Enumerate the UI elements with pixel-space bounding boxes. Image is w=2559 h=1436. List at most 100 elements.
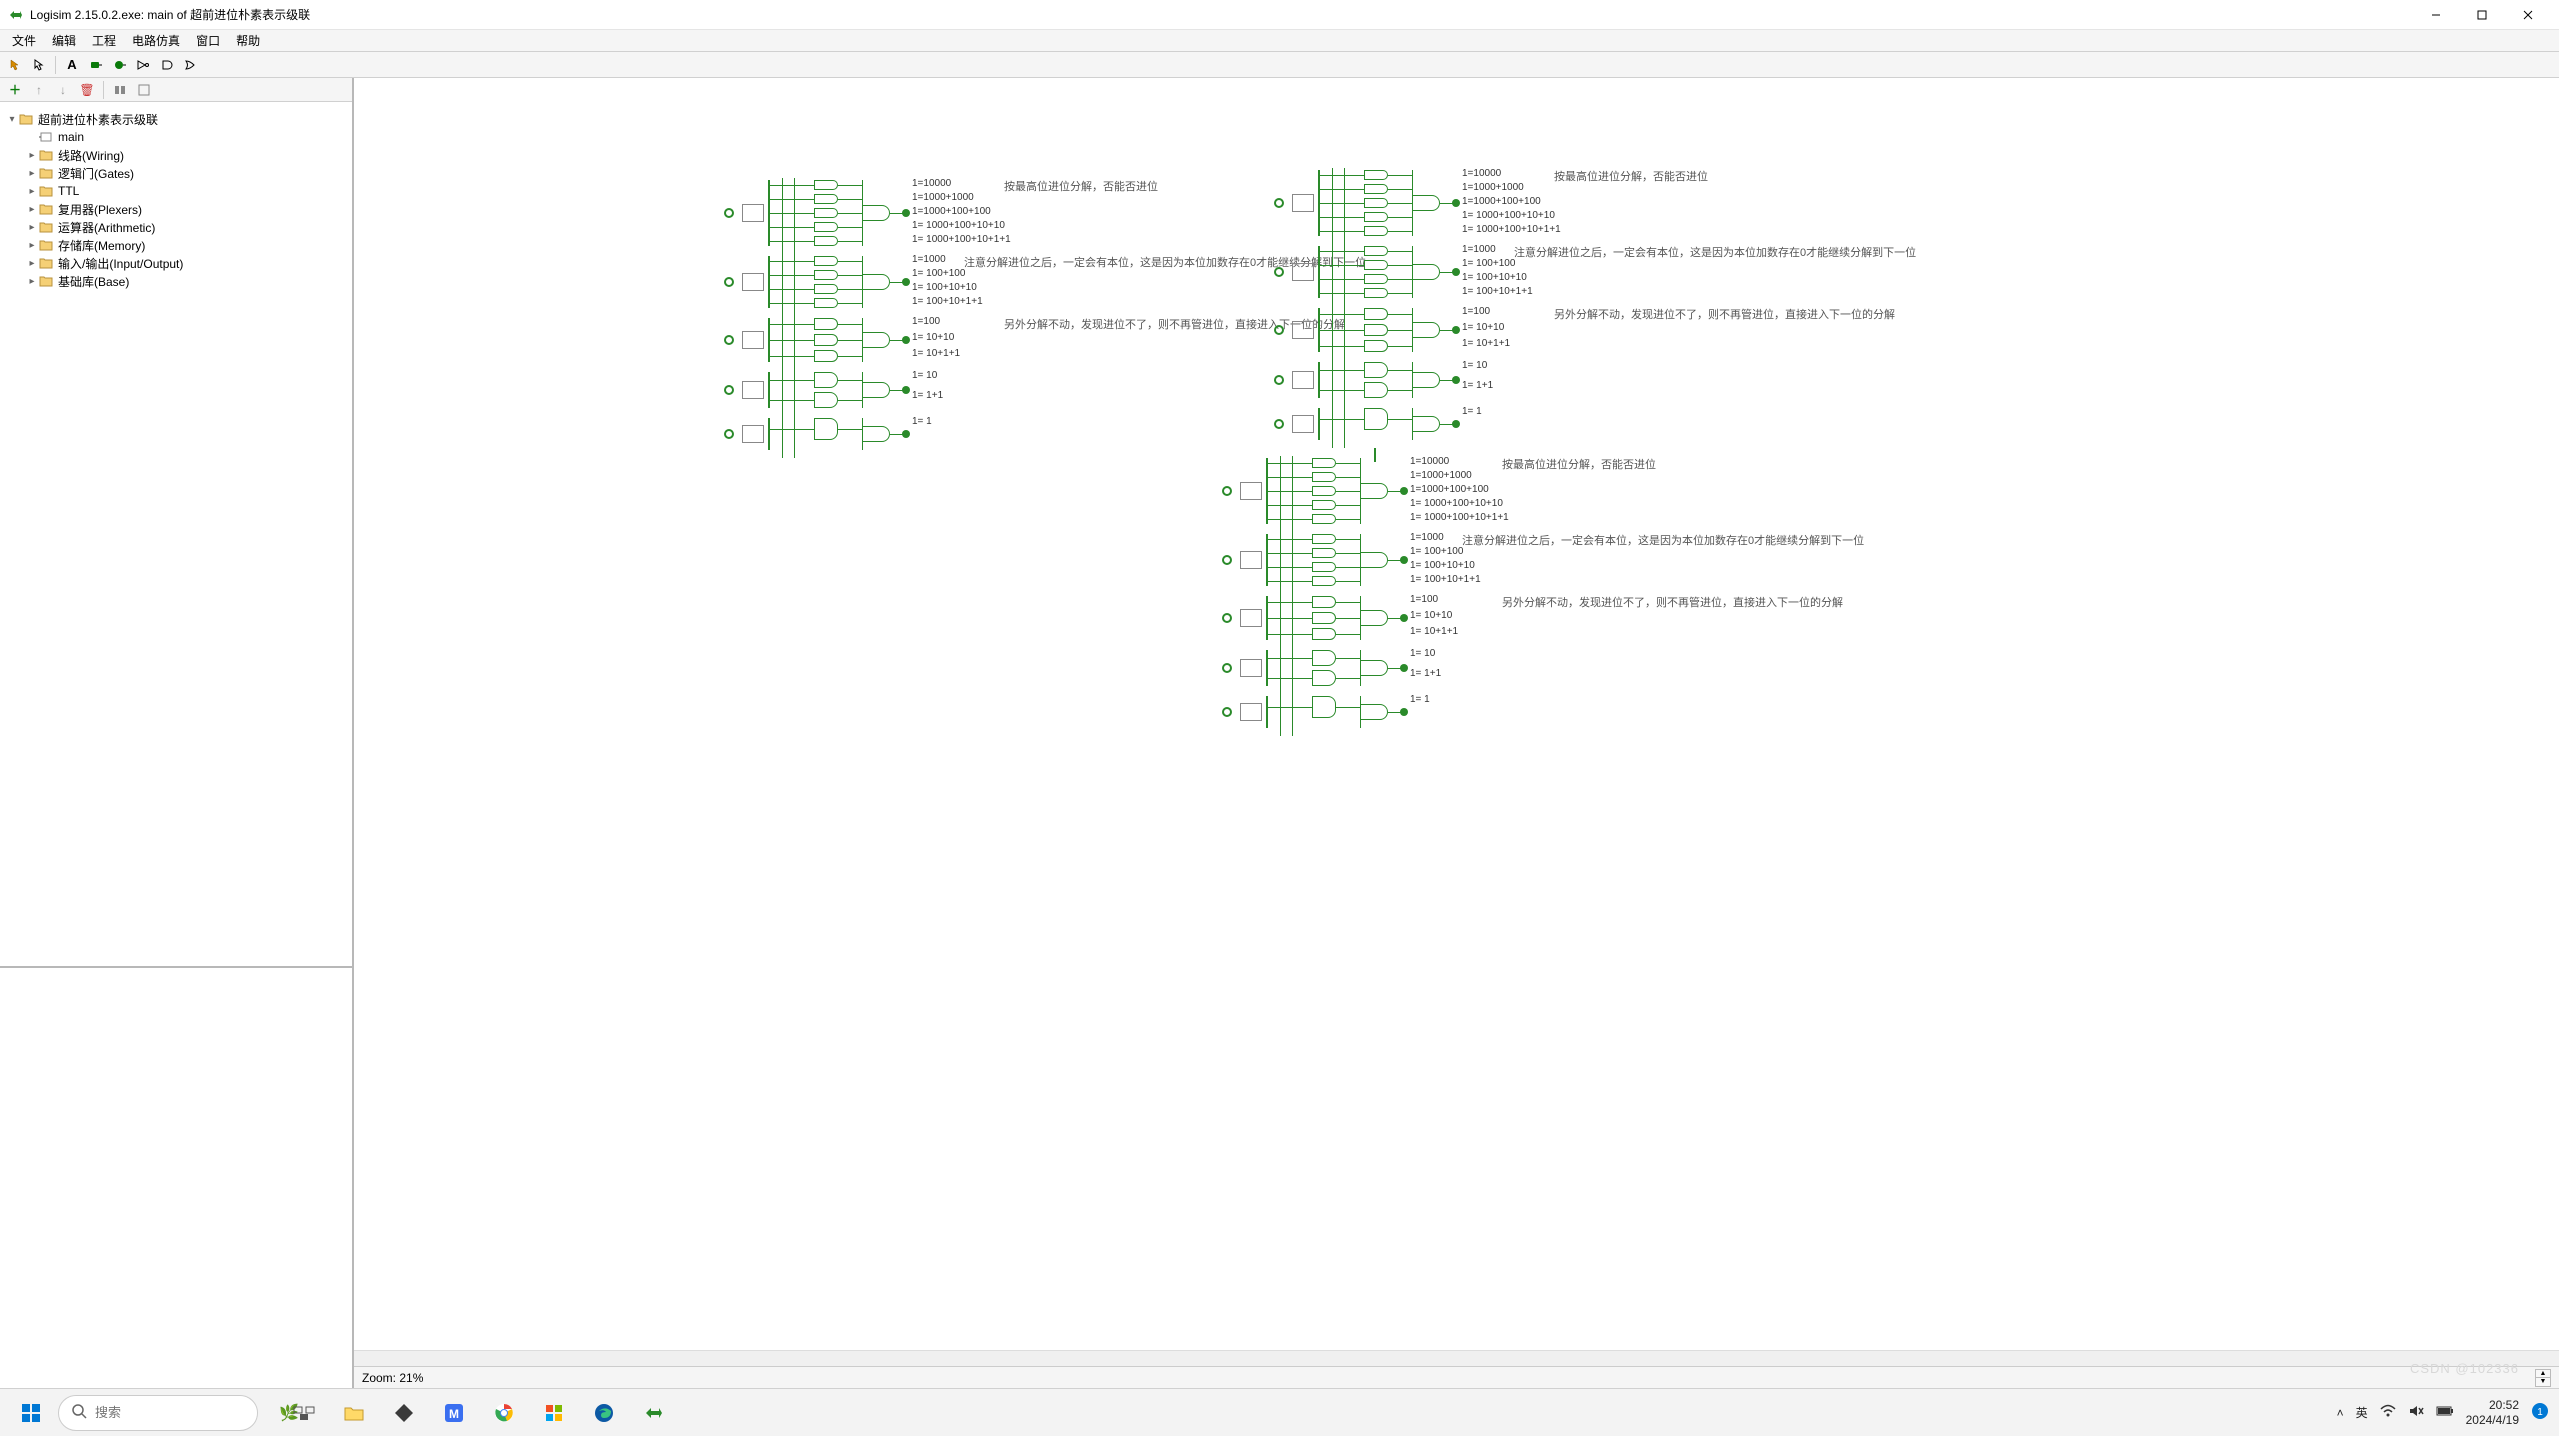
or-gate[interactable] <box>1412 195 1440 211</box>
splitter[interactable] <box>1292 263 1314 281</box>
output-pin[interactable] <box>1400 556 1408 564</box>
tree-folder[interactable]: ▸线路(Wiring) <box>4 146 348 164</box>
or-gate[interactable] <box>862 332 890 348</box>
tree-folder[interactable]: ▸输入/输出(Input/Output) <box>4 254 348 272</box>
output-pin[interactable] <box>1452 420 1460 428</box>
properties-pane[interactable] <box>0 968 352 1388</box>
splitter[interactable] <box>742 273 764 291</box>
ime-indicator[interactable]: 英 <box>2356 1404 2368 1421</box>
and-gate[interactable] <box>814 298 838 308</box>
or-gate[interactable] <box>1412 322 1440 338</box>
chrome-icon[interactable] <box>484 1393 524 1433</box>
and-gate[interactable] <box>1364 382 1388 398</box>
tree-expand-icon[interactable]: ▸ <box>26 186 38 197</box>
taskbar-search[interactable]: 🌿 <box>58 1395 258 1431</box>
splitter[interactable] <box>742 425 764 443</box>
output-pin[interactable] <box>1400 614 1408 622</box>
splitter[interactable] <box>1240 482 1262 500</box>
app-icon-2[interactable]: M <box>434 1393 474 1433</box>
tree-folder[interactable]: ▸逻辑门(Gates) <box>4 164 348 182</box>
or-gate[interactable] <box>1412 264 1440 280</box>
and-gate[interactable] <box>1364 198 1388 208</box>
splitter[interactable] <box>1292 415 1314 433</box>
tree-expand-icon[interactable]: ▸ <box>26 276 38 287</box>
search-input[interactable] <box>95 1405 271 1420</box>
and-gate[interactable] <box>1364 340 1388 352</box>
and-gate[interactable] <box>1312 562 1336 572</box>
poke-tool-icon[interactable] <box>4 54 26 76</box>
circuit-canvas[interactable]: 1=10000按最高位进位分解，否能否进位1=1000+10001=1000+1… <box>354 78 2559 1350</box>
tree-expand-icon[interactable]: ▸ <box>26 168 38 179</box>
or-gate[interactable] <box>1412 416 1440 432</box>
output-pin[interactable] <box>902 430 910 438</box>
tree-expand-icon[interactable]: ▸ <box>26 240 38 251</box>
task-view-icon[interactable] <box>284 1393 324 1433</box>
text-tool-icon[interactable]: A <box>61 54 83 76</box>
and-gate[interactable] <box>1312 486 1336 496</box>
splitter[interactable] <box>742 381 764 399</box>
output-pin[interactable] <box>1452 376 1460 384</box>
output-pin[interactable] <box>902 386 910 394</box>
or-gate[interactable] <box>862 382 890 398</box>
output-pin[interactable] <box>1452 199 1460 207</box>
project-tree[interactable]: ▾ 超前进位朴素表示级联 main ▸线路(Wiring)▸逻辑门(Gates)… <box>0 102 352 968</box>
or-gate[interactable] <box>862 426 890 442</box>
and-gate[interactable] <box>1364 362 1388 378</box>
menu-window[interactable]: 窗口 <box>188 30 228 51</box>
input-pin[interactable] <box>1222 555 1232 565</box>
menu-simulate[interactable]: 电路仿真 <box>124 30 188 51</box>
output-pin[interactable] <box>902 336 910 344</box>
input-pin[interactable] <box>1274 267 1284 277</box>
tree-root[interactable]: ▾ 超前进位朴素表示级联 <box>4 110 348 128</box>
tray-clock[interactable]: 20:52 2024/4/19 <box>2466 1398 2519 1427</box>
splitter[interactable] <box>1292 371 1314 389</box>
tree-expand-icon[interactable]: ▸ <box>26 222 38 233</box>
output-pin-icon[interactable] <box>109 54 131 76</box>
input-pin[interactable] <box>1274 419 1284 429</box>
select-tool-icon[interactable] <box>28 54 50 76</box>
and-gate[interactable] <box>1364 274 1388 284</box>
input-pin[interactable] <box>724 385 734 395</box>
battery-icon[interactable] <box>2436 1405 2454 1420</box>
wifi-icon[interactable] <box>2380 1404 2396 1421</box>
tray-chevron-icon[interactable]: ˄ <box>2337 1406 2344 1420</box>
and-gate[interactable] <box>1364 288 1388 298</box>
and-gate[interactable] <box>814 236 838 246</box>
move-down-icon[interactable]: ↓ <box>52 79 74 101</box>
and-gate[interactable] <box>1364 260 1388 270</box>
output-pin[interactable] <box>1400 708 1408 716</box>
and-gate[interactable] <box>814 392 838 408</box>
input-pin[interactable] <box>1222 663 1232 673</box>
and-gate[interactable] <box>814 270 838 280</box>
or-gate[interactable] <box>1360 610 1388 626</box>
or-gate[interactable] <box>862 274 890 290</box>
delete-icon[interactable]: 🗑 <box>76 79 98 101</box>
and-gate[interactable] <box>814 284 838 294</box>
and-gate[interactable] <box>814 180 838 190</box>
tree-expand-icon[interactable]: ▸ <box>26 258 38 269</box>
zoom-up-icon[interactable]: ▲ <box>2536 1370 2550 1379</box>
input-pin[interactable] <box>724 429 734 439</box>
not-gate-icon[interactable] <box>133 54 155 76</box>
and-gate[interactable] <box>814 208 838 218</box>
and-gate[interactable] <box>814 334 838 346</box>
app-icon-1[interactable] <box>384 1393 424 1433</box>
output-pin[interactable] <box>902 209 910 217</box>
tree-folder[interactable]: ▸运算器(Arithmetic) <box>4 218 348 236</box>
move-up-icon[interactable]: ↑ <box>28 79 50 101</box>
input-pin[interactable] <box>1274 325 1284 335</box>
or-gate[interactable] <box>1412 372 1440 388</box>
tree-folder[interactable]: ▸存储库(Memory) <box>4 236 348 254</box>
output-pin[interactable] <box>1452 268 1460 276</box>
or-gate-icon[interactable] <box>181 54 203 76</box>
menu-project[interactable]: 工程 <box>84 30 124 51</box>
and-gate[interactable] <box>814 256 838 266</box>
splitter[interactable] <box>1240 609 1262 627</box>
menu-help[interactable]: 帮助 <box>228 30 268 51</box>
or-gate[interactable] <box>1360 660 1388 676</box>
output-pin[interactable] <box>1400 487 1408 495</box>
and-gate[interactable] <box>1364 170 1388 180</box>
splitter[interactable] <box>1240 703 1262 721</box>
splitter[interactable] <box>1292 194 1314 212</box>
sim-tick-icon[interactable] <box>133 79 155 101</box>
